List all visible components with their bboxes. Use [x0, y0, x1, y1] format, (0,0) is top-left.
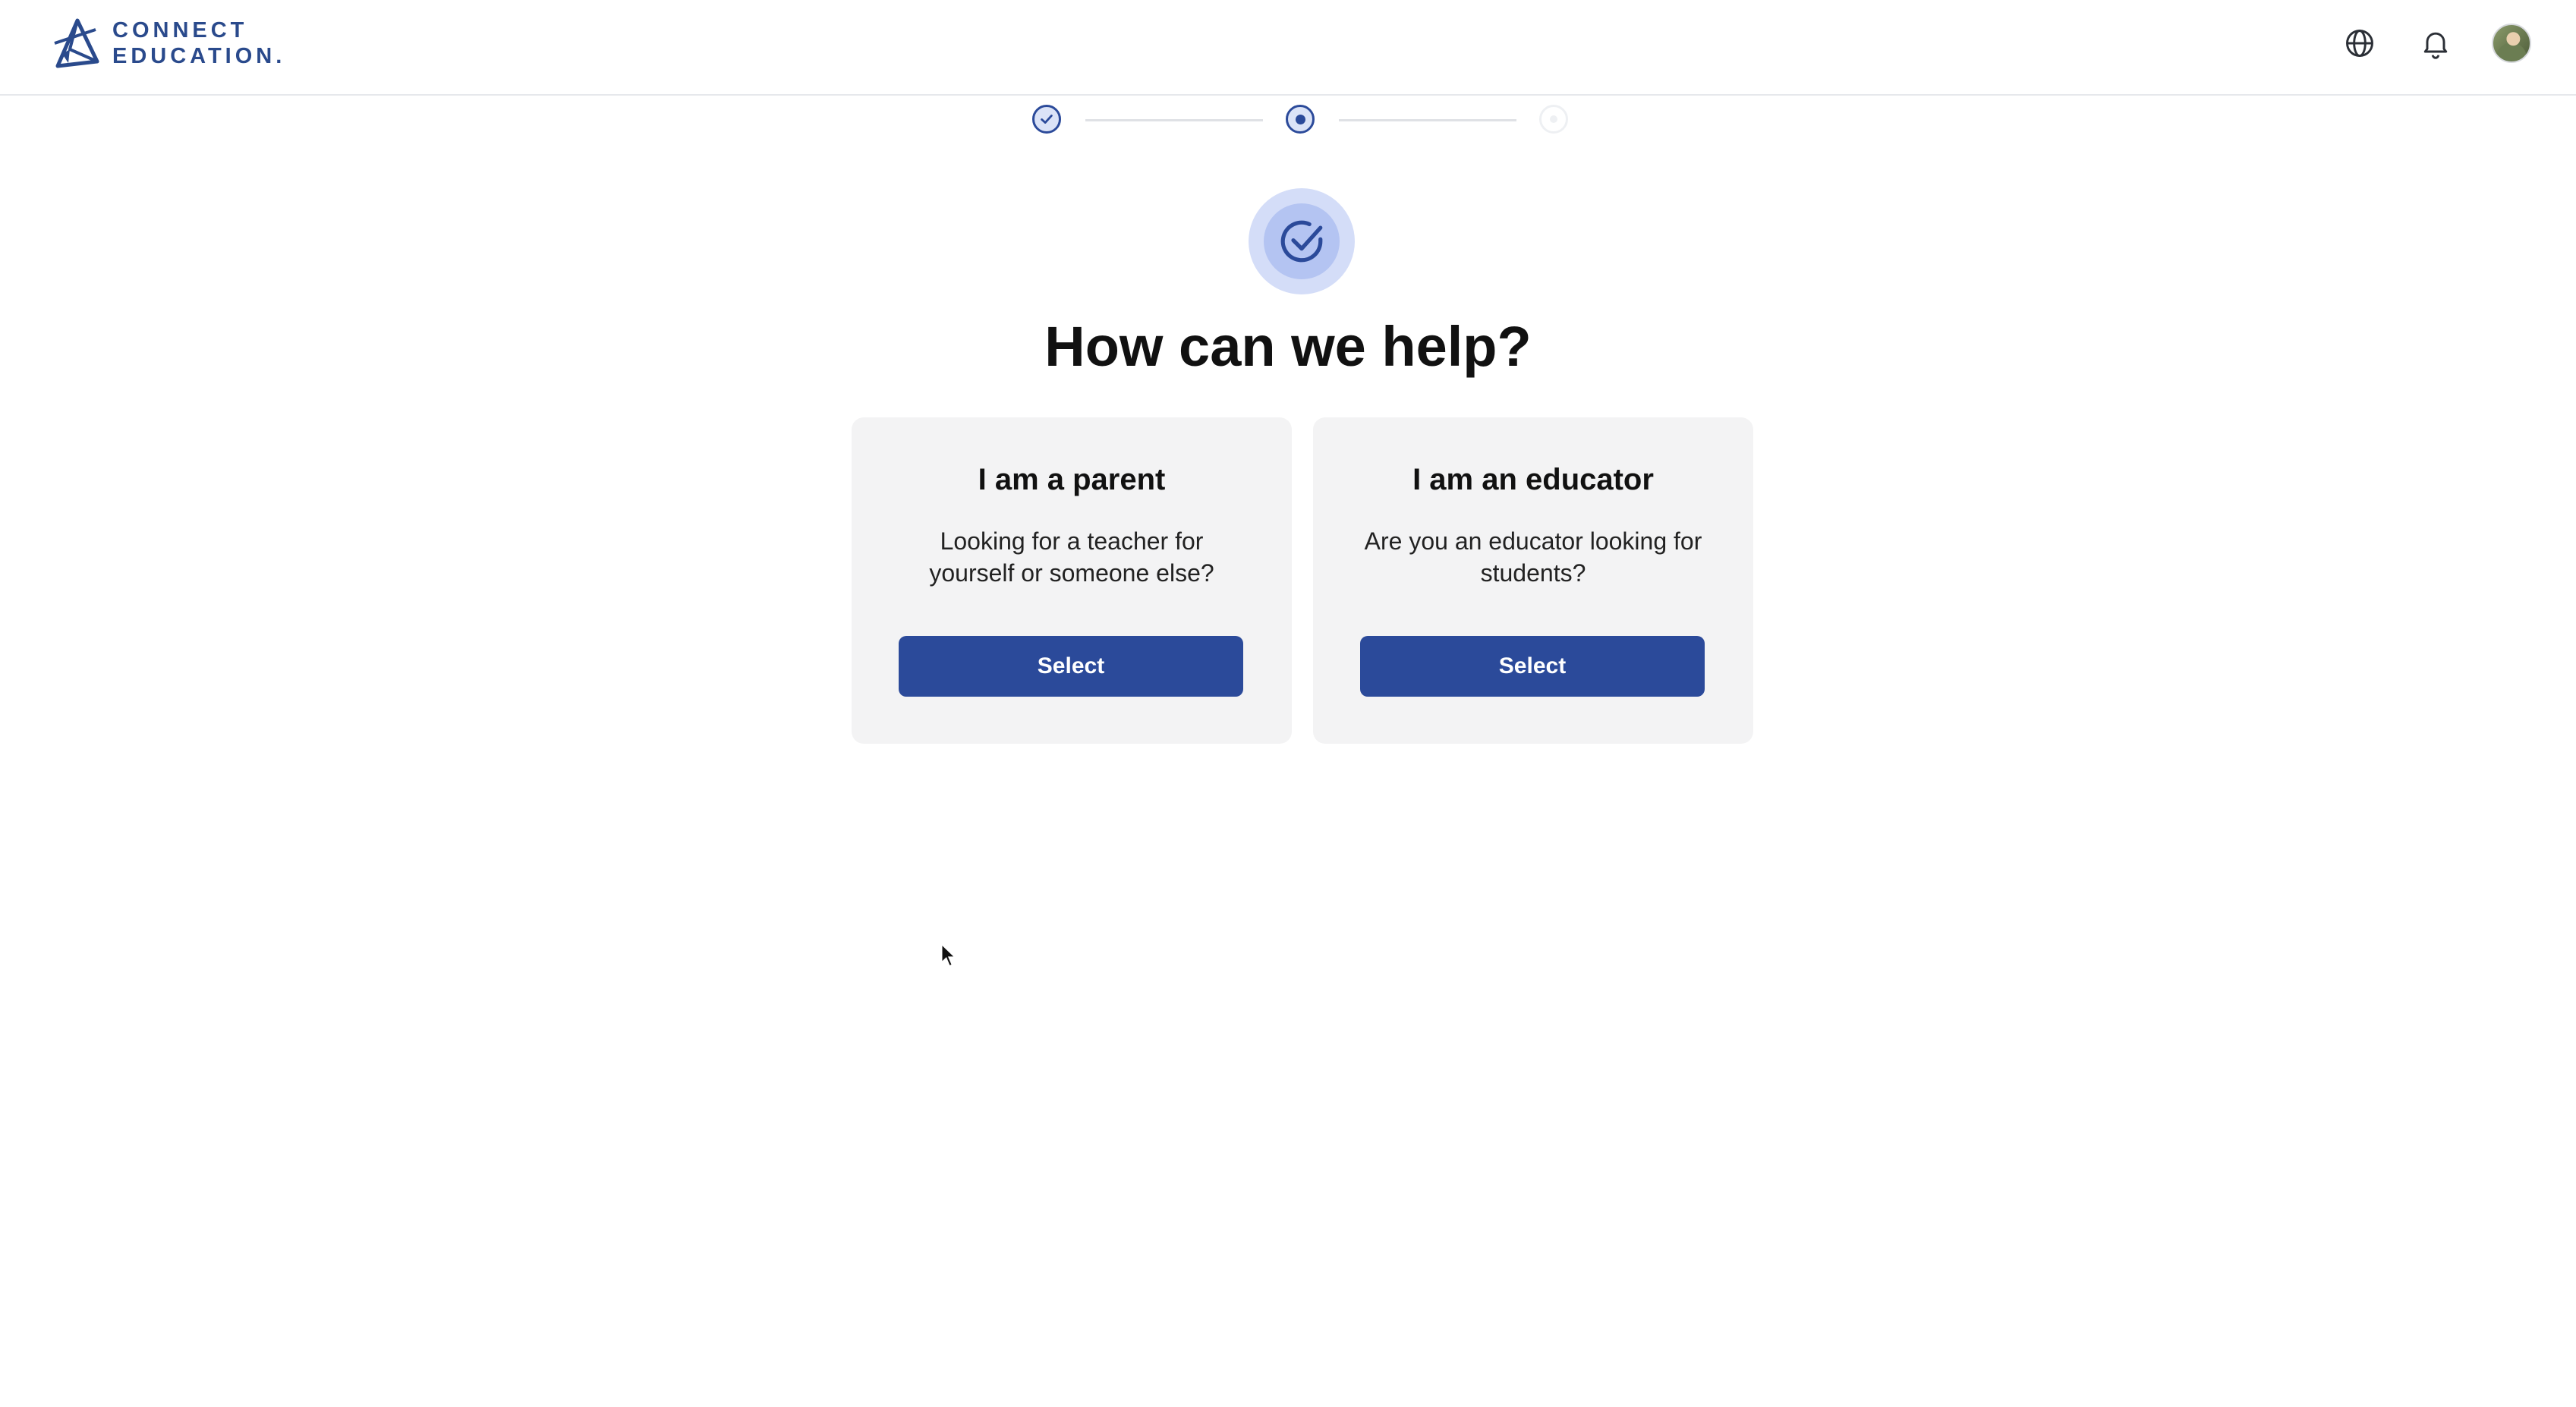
upcoming-step-dot [1550, 115, 1557, 123]
card-description: Are you an educator looking for students… [1364, 527, 1702, 587]
connect-education-logo-icon [54, 18, 99, 68]
brand-logo[interactable]: CONNECT EDUCATION. [52, 15, 285, 71]
top-header: CONNECT EDUCATION. [0, 0, 2576, 96]
mouse-cursor-icon [940, 943, 957, 968]
profile-menu-button[interactable] [2489, 21, 2533, 65]
header-actions [2338, 21, 2533, 65]
page-title: How can we help? [1044, 315, 1532, 378]
check-circle-icon [1280, 220, 1323, 263]
check-icon [1041, 115, 1053, 124]
card-title: I am a parent [978, 463, 1166, 496]
stepper-connector-2 [1339, 119, 1516, 121]
step-1-completed [1032, 105, 1061, 134]
bell-icon [2423, 32, 2448, 59]
step-3-upcoming [1539, 105, 1568, 134]
select-educator-button[interactable]: Select [1360, 636, 1705, 697]
language-button[interactable] [2338, 21, 2382, 65]
brand-line-2: EDUCATION. [112, 44, 286, 68]
select-parent-button[interactable]: Select [899, 636, 1243, 697]
card-description: Looking for a teacher for yourself or so… [929, 527, 1214, 587]
brand-name: CONNECT EDUCATION. [112, 17, 285, 69]
option-card-educator: I am an educator Are you an educator loo… [1313, 417, 1753, 744]
hero-badge [1249, 188, 1355, 294]
brand-line-1: CONNECT [112, 18, 248, 42]
option-card-parent: I am a parent Looking for a teacher for … [852, 417, 1292, 744]
active-step-dot [1295, 114, 1305, 124]
progress-stepper [1032, 105, 1568, 135]
globe-icon [2346, 30, 2373, 57]
hero-badge-inner [1264, 203, 1340, 279]
notifications-button[interactable] [2414, 21, 2458, 65]
step-2-active [1286, 105, 1315, 134]
card-title: I am an educator [1412, 463, 1654, 496]
user-avatar [2492, 24, 2531, 63]
stepper-connector-1 [1085, 119, 1263, 121]
